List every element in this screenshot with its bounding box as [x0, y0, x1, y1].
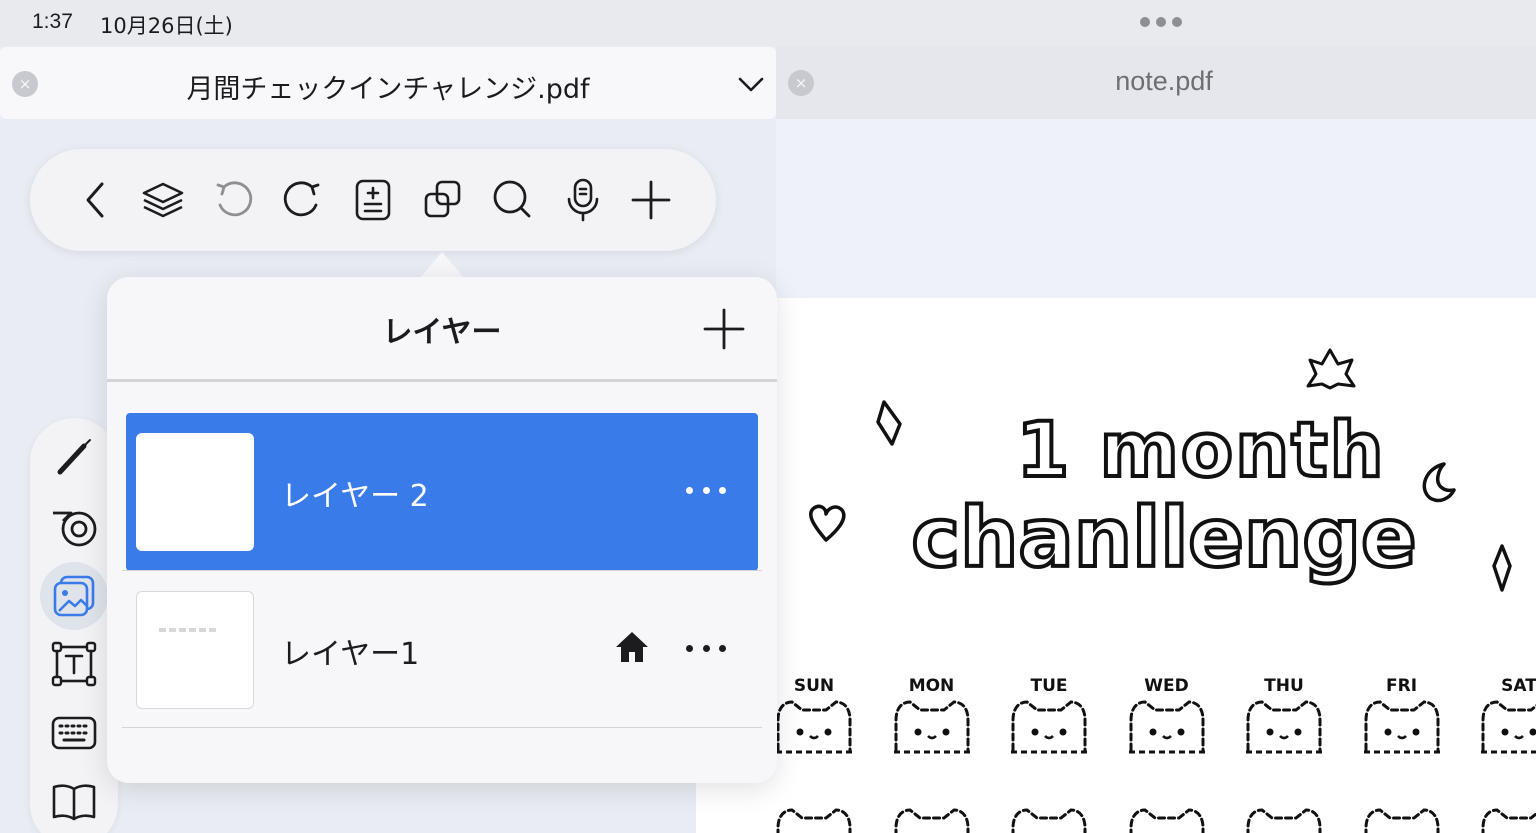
cat-face-icon: [1129, 808, 1204, 833]
cat-face-icon: [1246, 808, 1322, 833]
layers-popover: レイヤー レイヤー 2 レイヤー1: [107, 277, 777, 783]
status-bar: 1:37 10月26日(土): [0, 0, 1536, 46]
search-icon[interactable]: [488, 175, 538, 225]
tape-icon[interactable]: [46, 498, 102, 554]
image-icon[interactable]: [40, 562, 108, 630]
popover-divider: [107, 379, 777, 382]
cat-face-icon: [1481, 808, 1536, 833]
day-label: SUN: [793, 676, 835, 696]
cat-face-icon: [1011, 808, 1087, 833]
popover-title: レイヤー: [382, 315, 502, 350]
status-date: 10月26日(土): [100, 14, 233, 38]
cat-face-icon: [893, 700, 970, 754]
layer-row[interactable]: レイヤー 2: [126, 413, 758, 571]
duplicate-icon[interactable]: [418, 175, 468, 225]
cat-face-icon: [776, 808, 852, 833]
keyboard-icon[interactable]: [46, 706, 102, 762]
layer-row[interactable]: レイヤー1: [126, 571, 758, 729]
cat-face-icon: [1128, 700, 1205, 754]
tab-inactive-document[interactable]: × note.pdf: [776, 46, 1536, 119]
day-label: WED: [1144, 676, 1189, 696]
cat-face-icon: [894, 808, 969, 833]
home-icon[interactable]: [614, 629, 650, 665]
cat-face-icon: [1481, 700, 1536, 754]
chevron-down-icon[interactable]: [736, 69, 766, 99]
tool-rail: [30, 418, 118, 833]
back-chevron-icon[interactable]: [70, 175, 120, 225]
layer-thumbnail: [136, 591, 254, 709]
layer-thumbnail: [136, 433, 254, 551]
redo-icon[interactable]: [278, 175, 328, 225]
more-icon[interactable]: [686, 633, 726, 663]
title-line-2: chanllenge: [911, 491, 1416, 586]
cat-face-icon: [1364, 808, 1439, 833]
row-divider: [122, 727, 762, 728]
cat-face-icon: [1011, 700, 1087, 754]
day-label: TUE: [1030, 676, 1068, 696]
canvas-background: [776, 119, 1536, 299]
cat-face-icon: [1363, 700, 1440, 754]
text-box-icon[interactable]: [46, 636, 102, 692]
title-line-1: 1 month: [1016, 405, 1385, 494]
undo-icon[interactable]: [208, 175, 258, 225]
day-label: SAT: [1501, 676, 1536, 696]
day-label: THU: [1264, 676, 1304, 696]
popover-arrow: [420, 252, 464, 278]
add-layer-button[interactable]: [702, 307, 746, 351]
tab-title: 月間チェックインチャレンジ.pdf: [186, 74, 590, 105]
cat-face-icon: [1246, 700, 1322, 754]
pen-icon[interactable]: [46, 430, 102, 486]
microphone-icon[interactable]: [558, 175, 608, 225]
layers-icon[interactable]: [138, 175, 188, 225]
day-label: MON: [908, 676, 955, 696]
main-toolbar: [30, 149, 716, 251]
layer-name: レイヤー 2: [281, 479, 429, 514]
cat-face-icon: [776, 700, 852, 754]
tab-title: note.pdf: [1115, 66, 1213, 96]
tab-active-document[interactable]: × 月間チェックインチャレンジ.pdf: [0, 47, 776, 119]
day-label: FRI: [1385, 676, 1418, 696]
multitask-menu-icon[interactable]: [1140, 17, 1182, 27]
status-time: 1:37: [32, 10, 73, 33]
book-icon[interactable]: [46, 774, 102, 830]
more-icon[interactable]: [686, 475, 726, 505]
plus-icon[interactable]: [626, 175, 676, 225]
page-add-icon[interactable]: [348, 175, 398, 225]
layer-name: レイヤー1: [281, 637, 420, 672]
